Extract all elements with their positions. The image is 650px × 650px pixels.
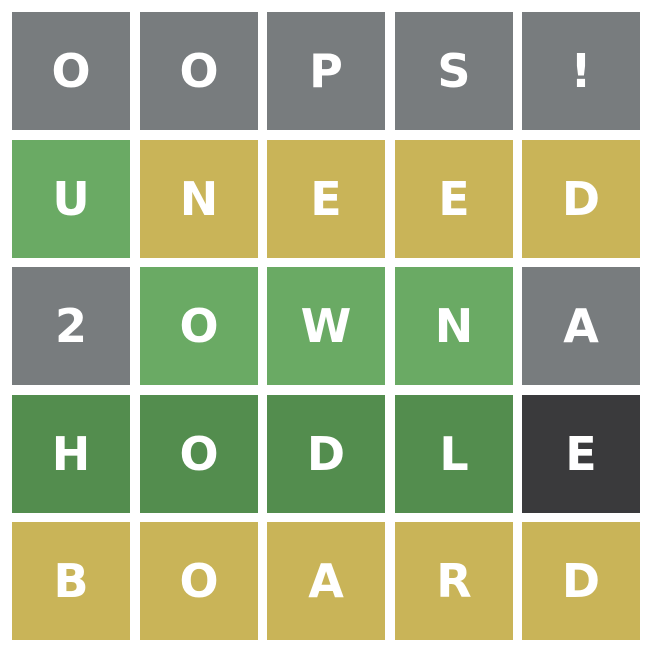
game-board: O O P S! U N E E D 2 O W N A H O D L E B O A R D [0,0,650,650]
tile-r3-c4: N [395,267,513,385]
tile-r2-c3: E [267,140,385,258]
tile-r1-c1: O [12,12,130,130]
tile-r1-c2: O [140,12,258,130]
tile-r4-c5: E [522,395,640,513]
tile-r2-c1: U [12,140,130,258]
tile-r1-c3: P [267,12,385,130]
tile-r2-c4: E [395,140,513,258]
tile-r5-c2: O [140,522,258,640]
tile-r5-c3: A [267,522,385,640]
tile-r4-c1: H [12,395,130,513]
tile-r4-c2: O [140,395,258,513]
tile-r3-c3: W [267,267,385,385]
tile-r4-c3: D [267,395,385,513]
tile-r4-c4: L [395,395,513,513]
tile-r5-c1: B [12,522,130,640]
tile-r3-c2: O [140,267,258,385]
tile-r2-c2: N [140,140,258,258]
tile-r3-c1: 2 [12,267,130,385]
tile-r1-c5: ! [522,12,640,130]
tile-r2-c5: D [522,140,640,258]
tile-r5-c5: D [522,522,640,640]
tile-r1-c4: S [395,12,513,130]
tile-r3-c5: A [522,267,640,385]
tile-r5-c4: R [395,522,513,640]
